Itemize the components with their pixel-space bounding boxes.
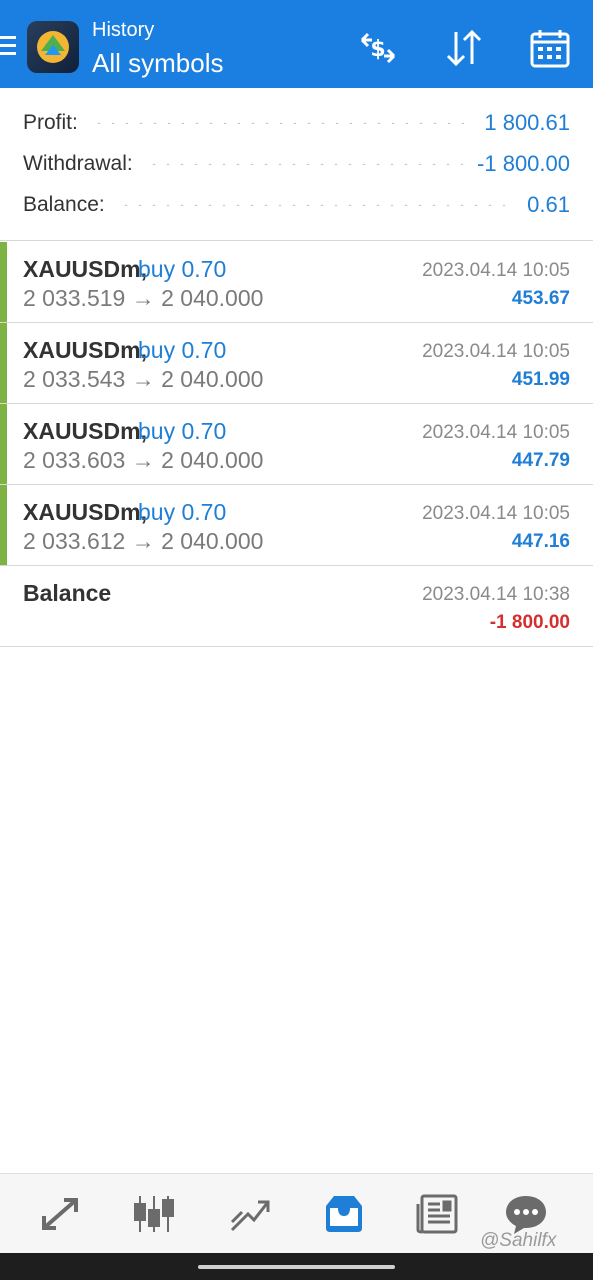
- summary-withdrawal-row: Withdrawal: -1 800.00: [23, 149, 570, 179]
- deposit-withdraw-icon[interactable]: $: [356, 26, 400, 70]
- deal-prices: 2 033.543 → 2 040.000: [23, 366, 264, 392]
- deal-time: 2023.04.14 10:05: [422, 341, 570, 362]
- deal-row[interactable]: XAUUSDm, buy 0.70 2 033.519 → 2 040.000 …: [0, 242, 593, 323]
- deal-symbol: XAUUSDm,: [23, 418, 147, 444]
- deal-time: 2023.04.14 10:05: [422, 422, 570, 443]
- deal-profit: 451.99: [511, 369, 570, 390]
- system-navigation-bar: [0, 1253, 593, 1280]
- news-icon[interactable]: [414, 1192, 462, 1236]
- deal-prices: 2 033.603 → 2 040.000: [23, 447, 264, 473]
- buy-indicator-bar: [0, 404, 7, 484]
- deal-symbol: XAUUSDm,: [23, 337, 147, 363]
- deal-direction: buy 0.70: [138, 337, 227, 363]
- deal-symbol: XAUUSDm,: [23, 256, 147, 282]
- withdrawal-label: Withdrawal:: [23, 152, 133, 175]
- history-icon[interactable]: [320, 1192, 368, 1236]
- deal-row[interactable]: XAUUSDm, buy 0.70 2 033.612 → 2 040.000 …: [0, 485, 593, 566]
- deal-time: 2023.04.14 10:05: [422, 260, 570, 281]
- deal-time: 2023.04.14 10:05: [422, 503, 570, 524]
- svg-text:$: $: [370, 37, 385, 62]
- deal-prices: 2 033.612 → 2 040.000: [23, 528, 264, 554]
- deal-row[interactable]: XAUUSDm, buy 0.70 2 033.543 → 2 040.000 …: [0, 323, 593, 404]
- sort-icon[interactable]: [442, 26, 486, 70]
- metatrader-logo: [27, 21, 79, 73]
- deal-direction: buy 0.70: [138, 418, 227, 444]
- balance-label: Balance:: [23, 193, 105, 216]
- balance-op-label: Balance: [23, 580, 112, 606]
- buy-indicator-bar: [0, 242, 7, 322]
- dotted-leader: [91, 122, 471, 124]
- watermark: @Sahilfx: [480, 1230, 557, 1251]
- dotted-leader: [146, 163, 464, 165]
- buy-indicator-bar: [0, 323, 7, 403]
- deal-symbol: XAUUSDm,: [23, 499, 147, 525]
- deal-direction: buy 0.70: [138, 499, 227, 525]
- balance-value: 0.61: [527, 192, 570, 217]
- withdrawal-value: -1 800.00: [477, 151, 570, 176]
- quotes-icon[interactable]: [130, 1192, 178, 1236]
- profit-label: Profit:: [23, 111, 78, 134]
- calendar-icon[interactable]: [528, 26, 572, 70]
- buy-indicator-bar: [0, 485, 7, 565]
- header-subtitle: History: [92, 19, 155, 41]
- home-indicator[interactable]: [198, 1265, 395, 1269]
- deal-direction: buy 0.70: [138, 256, 227, 282]
- balance-row[interactable]: Balance 2023.04.14 10:38 -1 800.00: [0, 566, 593, 647]
- deal-profit: 447.79: [511, 450, 570, 471]
- dotted-leader: [118, 204, 514, 206]
- deal-prices: 2 033.519 → 2 040.000: [23, 285, 264, 311]
- profit-value: 1 800.61: [484, 110, 570, 135]
- history-summary: Profit: 1 800.61 Withdrawal: -1 800.00 B…: [0, 88, 593, 241]
- deal-profit: 447.16: [511, 531, 570, 552]
- summary-profit-row: Profit: 1 800.61: [23, 108, 570, 138]
- header-title[interactable]: All symbols: [92, 48, 223, 79]
- deal-row[interactable]: XAUUSDm, buy 0.70 2 033.603 → 2 040.000 …: [0, 404, 593, 485]
- deal-profit: 453.67: [511, 288, 570, 309]
- summary-balance-row: Balance: 0.61: [23, 190, 570, 220]
- chart-icon[interactable]: [226, 1192, 274, 1236]
- menu-icon[interactable]: [0, 36, 16, 60]
- balance-op-amount: -1 800.00: [489, 612, 570, 633]
- trade-icon[interactable]: [36, 1192, 84, 1236]
- app-bar: History All symbols $: [0, 0, 593, 88]
- balance-op-time: 2023.04.14 10:38: [422, 584, 570, 605]
